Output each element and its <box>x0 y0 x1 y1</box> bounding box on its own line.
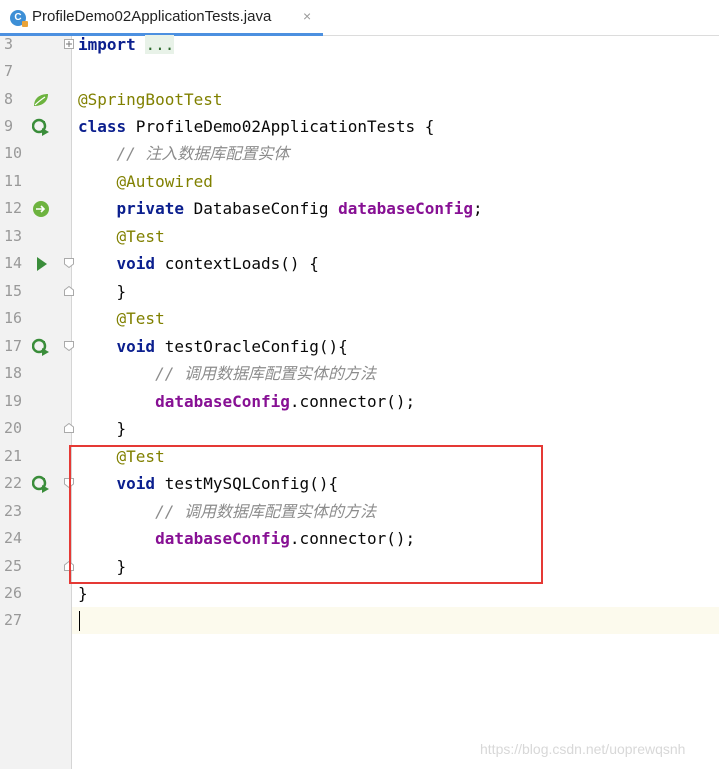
class-declaration: ProfileDemo02ApplicationTests { <box>126 117 435 136</box>
annotation: @SpringBootTest <box>78 90 223 109</box>
closing-brace: } <box>116 282 127 301</box>
run-icon[interactable] <box>32 255 50 273</box>
folded-imports[interactable]: ... <box>145 35 175 54</box>
annotation: @Test <box>116 309 165 328</box>
code-line-20: 20 } <box>0 415 719 442</box>
code-line-17: 17 void testOracleConfig(){ <box>0 333 719 360</box>
spring-bean-icon[interactable] <box>32 91 50 109</box>
line-number: 16 <box>4 309 23 327</box>
line-number: 23 <box>4 502 23 520</box>
run-test-icon[interactable] <box>32 338 50 356</box>
line-number: 14 <box>4 254 23 272</box>
code-line-27-current[interactable]: 27 <box>4 607 719 634</box>
closing-brace: } <box>78 584 88 603</box>
keyword: private <box>116 199 184 218</box>
field-name: databaseConfig <box>338 199 473 218</box>
line-number: 18 <box>4 364 23 382</box>
text-caret <box>79 611 80 631</box>
fold-collapse-icon[interactable] <box>64 258 74 268</box>
code-line-26: 26 } <box>0 580 719 607</box>
line-number: 24 <box>4 529 23 547</box>
code-line-13: 13 @Test <box>0 223 719 250</box>
line-number: 13 <box>4 227 23 245</box>
line-number: 15 <box>4 282 23 300</box>
code-line-14: 14 void contextLoads() { <box>0 250 719 277</box>
annotation: @Test <box>116 227 165 246</box>
line-number: 10 <box>4 144 23 162</box>
method-call: .connector(); <box>289 392 416 411</box>
keyword: class <box>78 117 127 136</box>
line-number: 9 <box>4 117 14 135</box>
field-name: databaseConfig <box>155 392 290 411</box>
line-number: 7 <box>4 62 14 80</box>
code-line-15: 15 } <box>0 278 719 305</box>
line-number: 27 <box>4 611 23 629</box>
line-number: 19 <box>4 392 23 410</box>
java-class-icon: C <box>10 10 28 27</box>
tab-label: ProfileDemo02ApplicationTests.java <box>32 8 272 25</box>
fold-end-icon[interactable] <box>64 423 74 433</box>
code-line-11: 11 @Autowired <box>0 168 719 195</box>
watermark: https://blog.csdn.net/uoprewqsnh <box>480 741 686 757</box>
line-number: 25 <box>4 557 23 575</box>
line-number: 3 <box>4 35 14 53</box>
line-number: 26 <box>4 584 23 602</box>
code-line-12: 12 private DatabaseConfig databaseConfig… <box>0 195 719 222</box>
line-number: 22 <box>4 474 23 492</box>
code-line-3: 3 import ... <box>0 31 719 58</box>
fold-collapse-icon[interactable] <box>64 341 74 351</box>
keyword: void <box>116 254 156 273</box>
line-number: 8 <box>4 90 14 108</box>
line-number: 11 <box>4 172 23 190</box>
close-icon[interactable]: × <box>303 8 311 24</box>
comment: // 注入数据库配置实体 <box>116 144 290 163</box>
method-declaration: testOracleConfig(){ <box>155 337 348 356</box>
method-declaration: contextLoads() { <box>155 254 319 273</box>
line-number: 12 <box>4 199 23 217</box>
line-number: 20 <box>4 419 23 437</box>
code-line-9: 9 class ProfileDemo02ApplicationTests { <box>0 113 719 140</box>
keyword: import <box>78 35 136 54</box>
run-test-icon[interactable] <box>32 475 50 493</box>
code-line-18: 18 // 调用数据库配置实体的方法 <box>0 360 719 387</box>
punctuation: ; <box>472 199 483 218</box>
code-line-16: 16 @Test <box>0 305 719 332</box>
annotation: @Autowired <box>116 172 213 191</box>
run-test-class-icon[interactable] <box>32 118 50 136</box>
autowired-bean-icon[interactable] <box>32 200 50 218</box>
highlight-box <box>69 445 543 584</box>
line-number: 21 <box>4 447 23 465</box>
code-line-10: 10 // 注入数据库配置实体 <box>0 140 719 167</box>
code-line-7: 7 <box>0 58 719 85</box>
code-line-19: 19 databaseConfig.connector(); <box>0 388 719 415</box>
code-line-8: 8 @SpringBootTest <box>0 86 719 113</box>
comment: // 调用数据库配置实体的方法 <box>155 364 376 383</box>
fold-expand-icon[interactable] <box>64 39 74 49</box>
fold-end-icon[interactable] <box>64 286 74 296</box>
keyword: void <box>116 337 156 356</box>
closing-brace: } <box>116 419 127 438</box>
type-name: DatabaseConfig <box>183 199 339 218</box>
line-number: 17 <box>4 337 23 355</box>
